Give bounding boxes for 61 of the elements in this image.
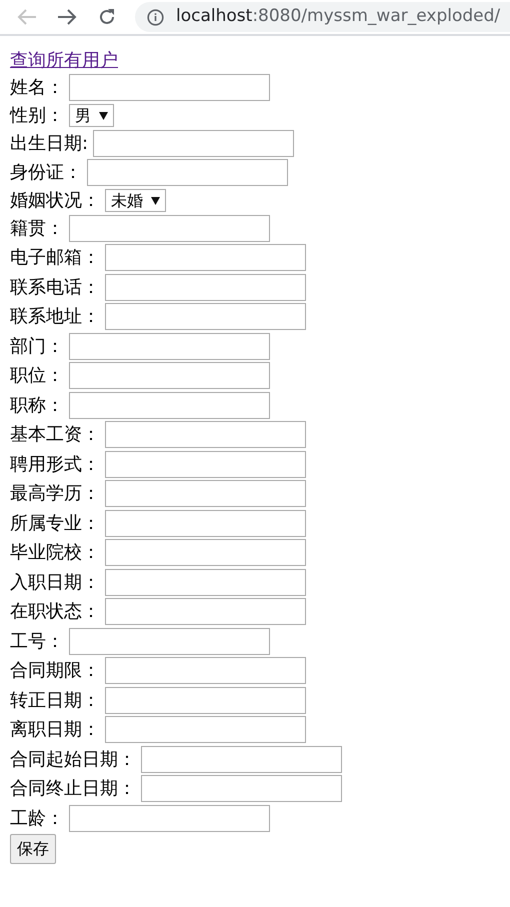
text-field[interactable]	[105, 657, 306, 684]
text-field[interactable]	[69, 392, 270, 419]
text-field[interactable]	[105, 568, 306, 596]
save-button[interactable]: 保存	[10, 834, 56, 864]
text-field[interactable]	[69, 804, 270, 832]
field-label: 所属专业：	[10, 512, 100, 536]
field-label: 性别：	[10, 104, 64, 128]
text-field[interactable]	[105, 510, 306, 537]
field-label: 入职日期：	[10, 570, 100, 595]
text-field[interactable]	[87, 159, 288, 186]
field-label: 职称：	[10, 394, 64, 418]
text-field[interactable]	[69, 332, 270, 360]
field-label: 基本工资：	[10, 423, 100, 448]
field-label: 出生日期:	[10, 132, 88, 156]
text-field[interactable]	[141, 746, 342, 773]
text-field[interactable]	[141, 775, 342, 802]
text-field[interactable]	[105, 598, 306, 626]
field-label: 职位：	[10, 364, 64, 388]
address-bar[interactable]: localhost:8080/myssm_war_exploded/	[135, 2, 510, 32]
field-label: 毕业院校：	[10, 541, 100, 566]
dropdown-arrow-icon	[151, 196, 160, 204]
field-label: 离职日期：	[10, 718, 100, 742]
field-label: 在职状态：	[10, 600, 100, 624]
text-field[interactable]	[69, 214, 270, 242]
text-field[interactable]	[105, 274, 306, 301]
field-label: 工龄：	[10, 806, 64, 831]
field-label: 工号：	[10, 630, 64, 654]
field-label: 身份证：	[10, 161, 82, 186]
field-label: 最高学历：	[10, 482, 100, 506]
text-field[interactable]	[105, 244, 306, 272]
field-label: 联系电话：	[10, 276, 100, 300]
dropdown[interactable]: 未婚	[105, 189, 166, 212]
text-field[interactable]	[105, 686, 306, 714]
field-label: 姓名：	[10, 76, 64, 100]
query-users-link[interactable]: 查询所有用户	[10, 50, 118, 71]
forward-arrow-icon[interactable]	[57, 9, 77, 25]
field-label: 转正日期：	[10, 688, 100, 713]
field-label: 部门：	[10, 334, 64, 359]
dropdown-arrow-icon	[99, 112, 108, 120]
field-label: 合同期限：	[10, 659, 100, 684]
field-label: 合同终止日期：	[10, 777, 136, 802]
field-label: 聘用形式：	[10, 452, 100, 477]
text-field[interactable]	[105, 716, 306, 744]
info-icon[interactable]	[147, 8, 164, 26]
text-field[interactable]	[93, 130, 294, 157]
text-field[interactable]	[105, 450, 306, 478]
text-field[interactable]	[105, 539, 306, 566]
url-text: localhost:8080/myssm_war_exploded/	[176, 5, 500, 28]
text-field[interactable]	[105, 421, 306, 448]
field-label: 婚姻状况：	[10, 189, 100, 213]
dropdown[interactable]: 男	[69, 104, 114, 127]
reload-icon[interactable]	[98, 8, 116, 26]
field-label: 联系地址：	[10, 305, 100, 330]
text-field[interactable]	[105, 303, 306, 330]
text-field[interactable]	[69, 74, 270, 102]
text-field[interactable]	[69, 628, 270, 655]
field-label: 电子邮箱：	[10, 246, 100, 270]
text-field[interactable]	[105, 480, 306, 508]
field-label: 合同起始日期：	[10, 748, 136, 772]
field-label: 籍贯：	[10, 216, 64, 241]
text-field[interactable]	[69, 362, 270, 390]
